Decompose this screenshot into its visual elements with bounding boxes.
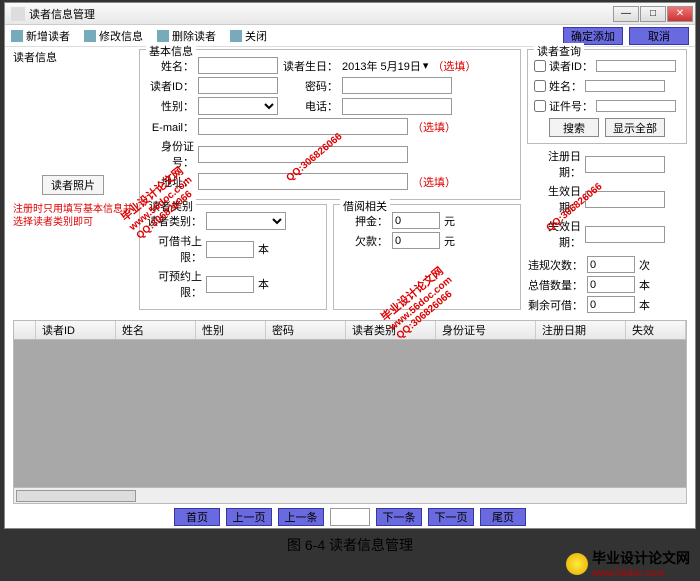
loan-group: 借阅相关 押金：元 欠款：元: [333, 204, 521, 310]
chevron-down-icon: ▾: [423, 59, 429, 72]
total-borrow-input[interactable]: [587, 276, 635, 293]
query-group: 读者查询 读者ID： 姓名： 证件号： 搜索 显示全部: [527, 49, 687, 144]
borrow-limit-input[interactable]: [206, 241, 254, 258]
grid-body[interactable]: [13, 340, 687, 488]
first-page-button[interactable]: 首页: [174, 508, 220, 526]
last-page-button[interactable]: 尾页: [480, 508, 526, 526]
reader-category-group: 读者类别 读者类别： 可借书上限：本 可预约上限：本: [139, 204, 327, 310]
delete-reader-button[interactable]: 删除读者: [157, 28, 216, 44]
grid-header: 读者ID 姓名 性别 密码 读者类别 身份证号 注册日期 失效: [13, 320, 687, 340]
next-record-button[interactable]: 下一条: [376, 508, 422, 526]
owe-input[interactable]: [392, 232, 440, 249]
prev-page-button[interactable]: 上一页: [226, 508, 272, 526]
password-input[interactable]: [342, 77, 452, 94]
search-button[interactable]: 搜索: [549, 118, 599, 137]
query-id-input[interactable]: [596, 60, 676, 72]
data-grid: 读者ID 姓名 性别 密码 读者类别 身份证号 注册日期 失效: [13, 320, 687, 504]
footer: 毕业设计论文网 www.56doc.com: [556, 548, 700, 579]
page-input[interactable]: [330, 508, 370, 526]
delete-icon: [157, 30, 169, 42]
titlebar: 读者信息管理 — □ ✕: [5, 3, 695, 25]
idcard-input[interactable]: [198, 146, 408, 163]
eff-date-input[interactable]: [585, 191, 665, 208]
basic-info-group: 基本信息 姓名： 读者生日： 2013年 5月19日▾ （选填） 读者ID： 密…: [139, 49, 521, 200]
app-icon: [11, 7, 25, 21]
show-all-button[interactable]: 显示全部: [605, 118, 665, 137]
section-label: 读者信息: [13, 49, 133, 65]
window-title: 读者信息管理: [29, 6, 613, 22]
name-input[interactable]: [198, 57, 278, 74]
maximize-button[interactable]: □: [640, 6, 666, 22]
basic-title: 基本信息: [146, 43, 196, 59]
tip-text: 注册时只用填写基本信息并选择读者类别即可: [13, 203, 133, 229]
category-select[interactable]: [206, 212, 286, 230]
email-input[interactable]: [198, 118, 408, 135]
query-name-check[interactable]: [534, 80, 546, 92]
edit-info-button[interactable]: 修改信息: [84, 28, 143, 44]
add-icon: [11, 30, 23, 42]
reader-id-input[interactable]: [198, 77, 278, 94]
deposit-input[interactable]: [392, 212, 440, 229]
exp-date-input[interactable]: [585, 226, 665, 243]
add-reader-button[interactable]: 新增读者: [11, 28, 70, 44]
violations-input[interactable]: [587, 256, 635, 273]
reader-photo-button[interactable]: 读者照片: [42, 175, 104, 195]
reserve-limit-input[interactable]: [206, 276, 254, 293]
toolbar-close-button[interactable]: 关闭: [230, 28, 267, 44]
phone-input[interactable]: [342, 98, 452, 115]
app-window: 读者信息管理 — □ ✕ 新增读者 修改信息 删除读者 关闭 确定添加 取消 读…: [4, 2, 696, 529]
next-page-button[interactable]: 下一页: [428, 508, 474, 526]
horizontal-scrollbar[interactable]: [13, 488, 687, 504]
confirm-add-button[interactable]: 确定添加: [563, 27, 623, 45]
reg-date-input[interactable]: [585, 156, 665, 173]
toolbar: 新增读者 修改信息 删除读者 关闭 确定添加 取消: [5, 25, 695, 47]
footer-logo-icon: [566, 553, 588, 575]
query-idcard-check[interactable]: [534, 100, 546, 112]
query-id-check[interactable]: [534, 60, 546, 72]
remain-input[interactable]: [587, 296, 635, 313]
gender-select[interactable]: [198, 97, 278, 115]
query-idcard-input[interactable]: [596, 100, 676, 112]
pager: 首页 上一页 上一条 下一条 下一页 尾页: [5, 508, 695, 526]
close-icon: [230, 30, 242, 42]
cancel-button[interactable]: 取消: [629, 27, 689, 45]
close-button[interactable]: ✕: [667, 6, 693, 22]
address-input[interactable]: [198, 173, 408, 190]
minimize-button[interactable]: —: [613, 6, 639, 22]
query-name-input[interactable]: [585, 80, 665, 92]
edit-icon: [84, 30, 96, 42]
birthday-select[interactable]: 2013年 5月19日▾: [342, 58, 428, 74]
prev-record-button[interactable]: 上一条: [278, 508, 324, 526]
